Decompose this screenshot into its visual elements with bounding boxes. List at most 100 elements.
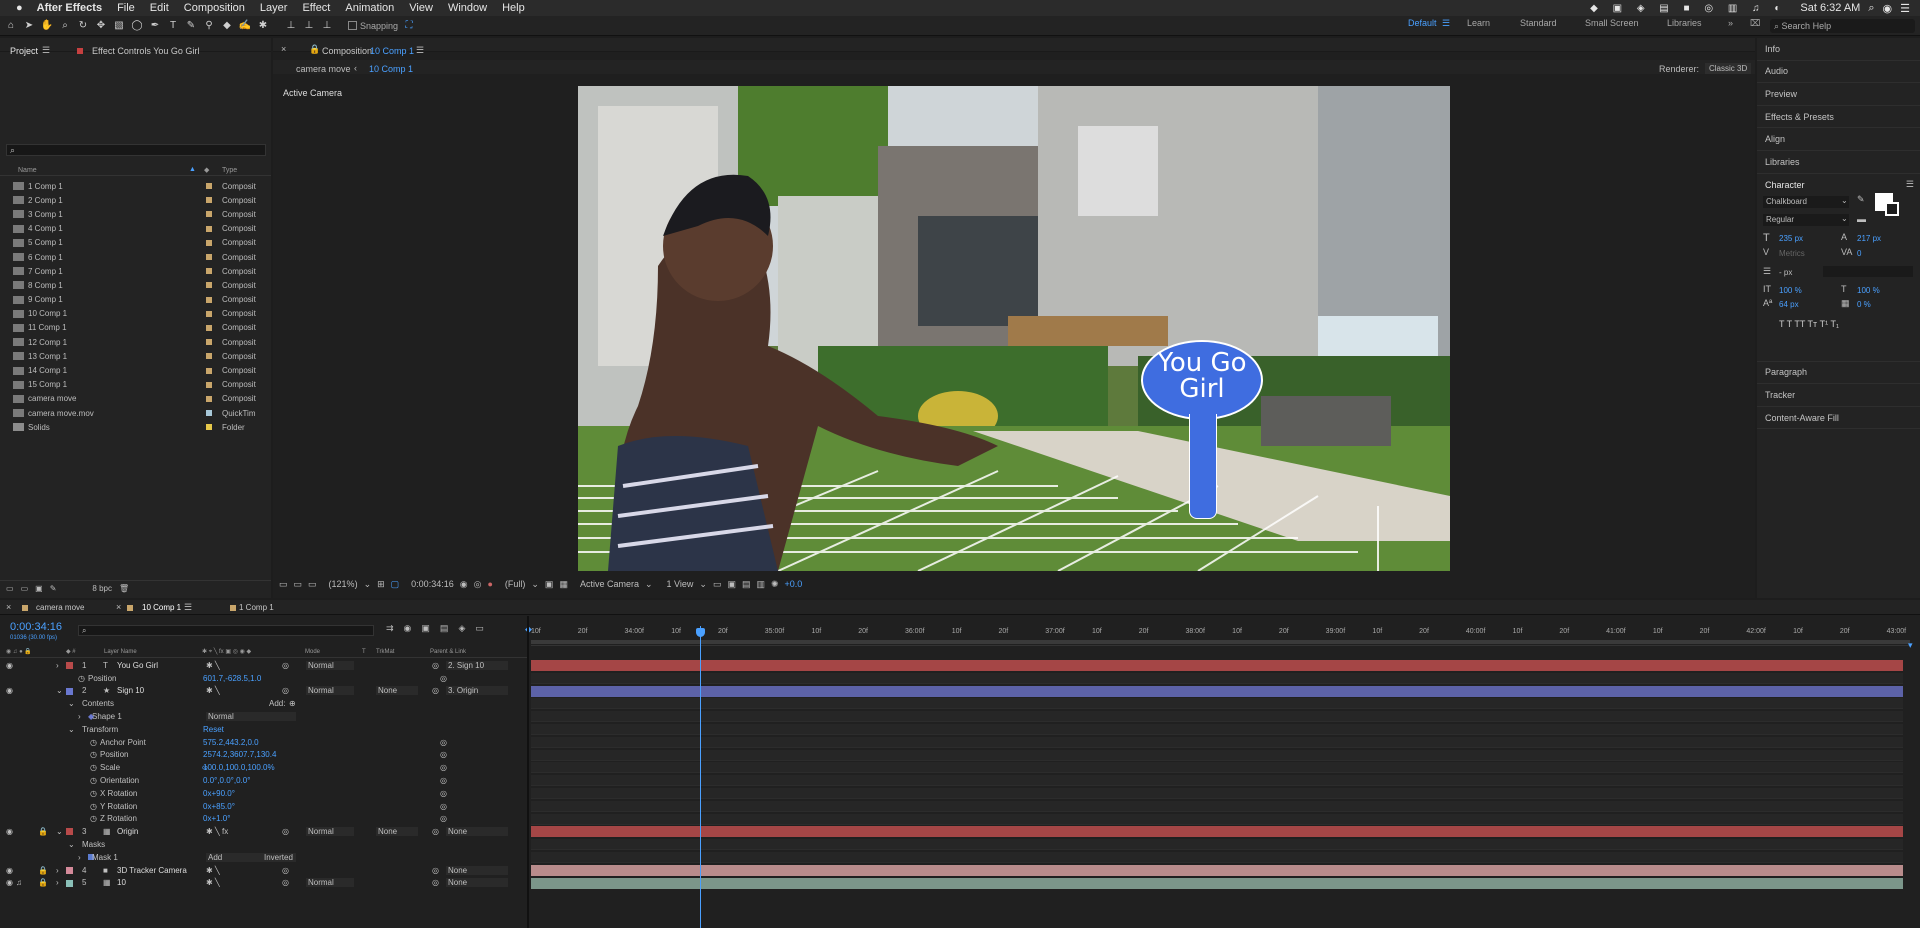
layer-name[interactable]: Origin: [117, 827, 138, 836]
user-icon[interactable]: ◉: [1883, 2, 1893, 15]
label-color-swatch[interactable]: [206, 381, 212, 388]
grid-icon[interactable]: ⊞: [377, 579, 385, 590]
inverted-label[interactable]: Inverted: [264, 853, 293, 862]
label-color-swatch[interactable]: [206, 310, 212, 317]
type-tool-icon[interactable]: T: [166, 19, 180, 33]
layer-duration-bar[interactable]: [531, 864, 1903, 876]
property-value[interactable]: 0x+85.0°: [203, 802, 235, 811]
label-color[interactable]: [66, 866, 73, 874]
panel-info[interactable]: Info: [1757, 38, 1920, 61]
column-type[interactable]: Type: [222, 167, 237, 174]
tab-effect-controls[interactable]: Effect Controls You Go Girl: [92, 46, 199, 56]
label-tag-icon[interactable]: ◆ #: [66, 648, 76, 655]
layer-duration-bar[interactable]: [531, 877, 1903, 889]
property-row[interactable]: ◷ Z Rotation 0x+1.0° ◎: [0, 813, 527, 826]
label-color-swatch[interactable]: [206, 197, 212, 204]
shy-icon[interactable]: ▣: [421, 623, 430, 634]
label-color-swatch[interactable]: [206, 296, 212, 303]
composition-viewer[interactable]: You Go Girl: [578, 86, 1450, 571]
spotlight-icon[interactable]: ⌕: [1868, 2, 1874, 15]
chevron-down-icon[interactable]: ⌄: [699, 579, 707, 590]
stopwatch-icon[interactable]: ◷: [78, 674, 85, 683]
panel-tracker[interactable]: Tracker: [1757, 384, 1920, 407]
stopwatch-icon[interactable]: ◷: [90, 776, 97, 785]
panel-audio[interactable]: Audio: [1757, 61, 1920, 84]
no-fill-icon[interactable]: ▬: [1857, 214, 1866, 224]
layer-duration-bar[interactable]: [531, 826, 1903, 838]
project-item[interactable]: 2 Comp 1 Composit: [0, 193, 271, 207]
project-item[interactable]: 7 Comp 1 Composit: [0, 264, 271, 278]
sign-text[interactable]: You Go Girl: [1151, 350, 1253, 402]
menu-composition[interactable]: Composition: [184, 2, 245, 14]
layer-row[interactable]: ◉ › 1 T You Go Girl ✱ ╲ ◎ Normal ◎ 2. Sign 10: [0, 659, 527, 672]
axis-local-icon[interactable]: ⊥: [284, 19, 298, 33]
menu-layer[interactable]: Layer: [260, 2, 288, 14]
layer-name[interactable]: Sign 10: [117, 686, 144, 695]
panel-paragraph[interactable]: Paragraph: [1757, 362, 1920, 385]
roto-tool-icon[interactable]: ✍: [238, 19, 252, 33]
rotate-tool-icon[interactable]: ↻: [76, 19, 90, 33]
playhead-handle-icon[interactable]: [696, 628, 705, 637]
panel-effects-presets[interactable]: Effects & Presets: [1757, 106, 1920, 129]
parent-pickwhip-icon[interactable]: ◎: [432, 878, 439, 887]
property-row[interactable]: ⌄ Contents Add: ⊕: [0, 697, 527, 710]
label-color[interactable]: [66, 687, 73, 695]
pan-behind-tool-icon[interactable]: ▧: [112, 19, 126, 33]
channel-icon[interactable]: ●: [487, 579, 492, 589]
menu-animation[interactable]: Animation: [345, 2, 394, 14]
twirl-arrow-icon[interactable]: ⌄: [68, 840, 75, 849]
label-color-swatch[interactable]: [206, 225, 212, 232]
roi-icon[interactable]: ▣: [545, 579, 554, 590]
horizontal-scale-value[interactable]: 100 %: [1857, 286, 1880, 295]
snapshot-icon[interactable]: ◉: [460, 579, 468, 590]
character-title[interactable]: Character: [1765, 180, 1805, 190]
always-preview-icon[interactable]: ▭: [279, 579, 288, 590]
project-item[interactable]: camera move Composit: [0, 392, 271, 406]
menu-help[interactable]: Help: [502, 2, 525, 14]
vertical-scale-value[interactable]: 100 %: [1779, 286, 1802, 295]
blend-mode-dropdown[interactable]: Normal: [306, 686, 354, 696]
project-item[interactable]: 14 Comp 1 Composit: [0, 363, 271, 377]
work-area-end-icon[interactable]: ▾: [1908, 640, 1913, 651]
blend-mode-dropdown[interactable]: Normal: [306, 827, 354, 837]
layer-name-header[interactable]: Layer Name: [104, 649, 137, 655]
graph-editor-icon[interactable]: ▭: [475, 623, 484, 634]
stroke-width-value[interactable]: - px: [1779, 268, 1792, 277]
parent-pickwhip-icon[interactable]: ◎: [432, 866, 439, 875]
layer-switches-icons[interactable]: ✱ ╲: [206, 661, 220, 670]
frame-blend-icon[interactable]: ▤: [440, 623, 449, 634]
baseline-shift-value[interactable]: 64 px: [1779, 300, 1799, 309]
parent-dropdown[interactable]: 2. Sign 10: [446, 660, 508, 670]
timeline-icon[interactable]: ▤: [742, 579, 751, 590]
parent-pickwhip-icon[interactable]: ◎: [282, 878, 289, 887]
zoom-tool-icon[interactable]: ⌕: [58, 19, 72, 33]
visibility-eye-icon[interactable]: ◉: [6, 661, 13, 670]
trash-icon[interactable]: 🗑: [119, 584, 129, 593]
property-row[interactable]: ⌄ Transform Reset: [0, 723, 527, 736]
layer-duration-bar[interactable]: [531, 660, 1903, 671]
monitor-icon[interactable]: ▭: [294, 579, 303, 590]
twirl-arrow-icon[interactable]: ›: [78, 712, 81, 721]
property-value[interactable]: 100.0,100.0,100.0%: [203, 763, 275, 772]
layer-row[interactable]: ◉ ⌄ 2 ★ Sign 10 ✱ ╲ ◎ Normal None ◎ 3. Origin: [0, 685, 527, 698]
project-item[interactable]: 3 Comp 1 Composit: [0, 207, 271, 221]
project-item[interactable]: 4 Comp 1 Composit: [0, 222, 271, 236]
layer-switches-icons[interactable]: ✱ ╲: [206, 866, 220, 875]
text-style-buttons[interactable]: T T TT Tт T¹ T₁: [1779, 319, 1839, 329]
layer-name[interactable]: 10: [117, 878, 126, 887]
layer-name[interactable]: You Go Girl: [117, 661, 158, 670]
expression-pickwhip-icon[interactable]: ◎: [440, 738, 447, 747]
timeline-tab-10-comp-1[interactable]: 10 Comp 1: [142, 603, 181, 612]
tab-composition-name[interactable]: 10 Comp 1: [370, 46, 414, 56]
timeline-tab-1-comp-1[interactable]: 1 Comp 1: [239, 603, 274, 612]
tab-project[interactable]: Project: [10, 46, 38, 56]
compute-icon[interactable]: ⇉: [386, 623, 394, 634]
camera-view-dropdown[interactable]: Active Camera: [580, 579, 639, 589]
property-row[interactable]: ◷ Y Rotation 0x+85.0° ◎: [0, 800, 527, 813]
property-row[interactable]: ◷ Position 2574.2,3607.7,130.4 ◎: [0, 749, 527, 762]
trkmat-header[interactable]: TrkMat: [376, 649, 394, 655]
audio-icon[interactable]: ♫: [16, 878, 22, 887]
tracking-value[interactable]: 0: [1857, 249, 1861, 258]
label-color-swatch[interactable]: [206, 410, 212, 417]
label-color-swatch[interactable]: [206, 183, 212, 190]
